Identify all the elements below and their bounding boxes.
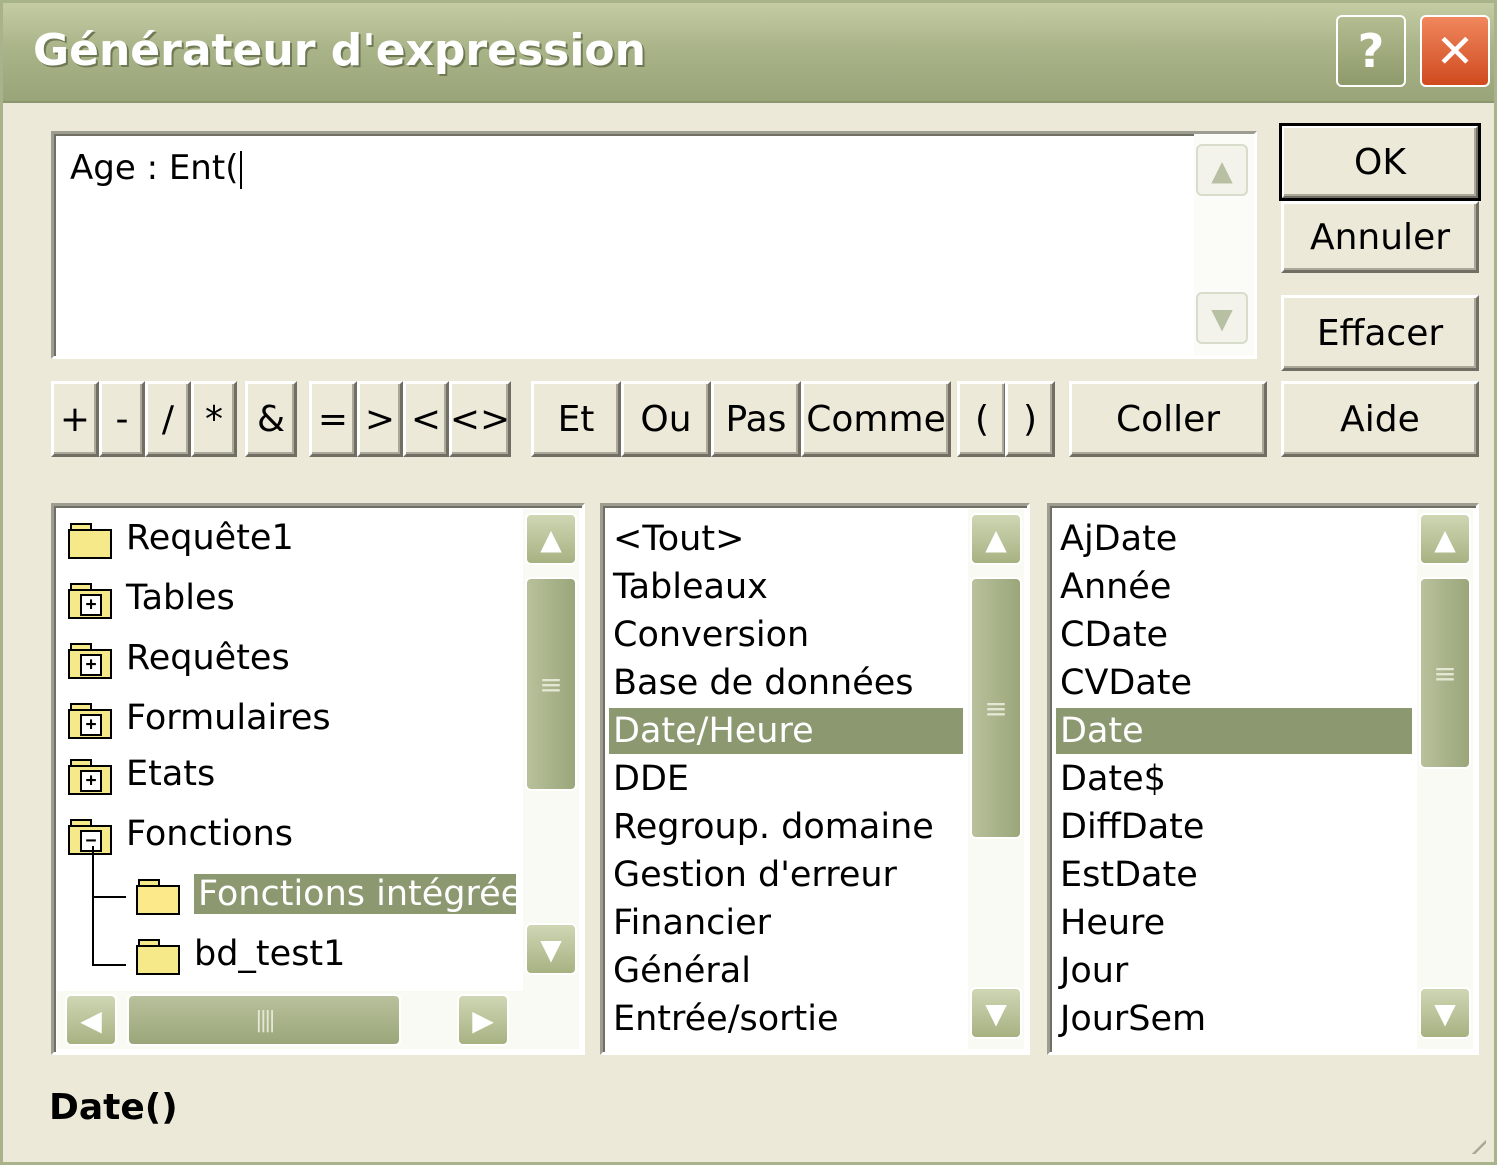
list-item[interactable]: Base de données — [609, 660, 963, 706]
title-bar[interactable]: Générateur d'expression ? ✕ — [3, 3, 1494, 103]
scroll-up-arrow-icon[interactable]: ▲ — [1419, 513, 1471, 565]
tree-item[interactable]: bd_test1 — [136, 926, 345, 982]
list-item[interactable]: JourSem — [1056, 996, 1412, 1042]
tree-item[interactable]: + Requêtes — [68, 630, 290, 686]
tree-horizontal-scrollbar[interactable]: ◀ |||| ▶ — [57, 991, 523, 1049]
scroll-up-arrow-icon[interactable]: ▲ — [525, 513, 577, 565]
scroll-down-arrow-icon[interactable]: ▼ — [1196, 292, 1248, 344]
folder-plus-icon[interactable]: + — [68, 757, 112, 795]
tree-item-selected[interactable]: Fonctions intégrées — [136, 866, 516, 922]
and-operator-button[interactable]: Et — [531, 381, 621, 457]
scroll-thumb[interactable]: ≡ — [970, 577, 1022, 839]
tree-item[interactable]: + Tables — [68, 570, 235, 626]
equal-operator-button[interactable]: = — [309, 381, 357, 457]
help-title-button[interactable]: ? — [1336, 15, 1406, 87]
question-icon: ? — [1357, 24, 1385, 78]
object-tree[interactable]: Requête1 + Tables + Requêtes + Formulaires … — [51, 503, 585, 1055]
paste-button[interactable]: Coller — [1069, 381, 1267, 457]
scroll-thumb[interactable]: ≡ — [525, 577, 577, 791]
tree-connector — [92, 964, 126, 966]
greater-operator-button[interactable]: > — [357, 381, 403, 457]
scroll-left-arrow-icon[interactable]: ◀ — [65, 994, 117, 1046]
scroll-thumb[interactable]: ≡ — [1419, 577, 1471, 769]
list-item[interactable]: AjDate — [1056, 516, 1412, 562]
function-list[interactable]: AjDate Année CDate CVDate Date Date$ Dif… — [1047, 503, 1479, 1055]
scroll-down-arrow-icon[interactable]: ▼ — [970, 987, 1022, 1039]
or-operator-button[interactable]: Ou — [621, 381, 711, 457]
list-item[interactable]: EstDate — [1056, 852, 1412, 898]
tree-item[interactable]: + Formulaires — [68, 690, 331, 746]
list-item[interactable]: <Tout> — [609, 516, 963, 562]
less-operator-button[interactable]: < — [403, 381, 449, 457]
close-icon: ✕ — [1435, 24, 1475, 78]
list-item[interactable]: Jour — [1056, 948, 1412, 994]
window-title: Générateur d'expression — [33, 25, 646, 76]
concat-operator-button[interactable]: & — [245, 381, 297, 457]
category-scrollbar[interactable]: ▲ ≡ ▼ — [968, 509, 1024, 1049]
scroll-up-arrow-icon[interactable]: ▲ — [1196, 144, 1248, 196]
list-item[interactable]: Gestion d'erreur — [609, 852, 963, 898]
list-item-selected[interactable]: Date — [1056, 708, 1412, 754]
category-list[interactable]: <Tout> Tableaux Conversion Base de donné… — [600, 503, 1030, 1055]
scroll-right-arrow-icon[interactable]: ▶ — [457, 994, 509, 1046]
tree-item[interactable]: + Etats — [68, 746, 215, 802]
cancel-button[interactable]: Annuler — [1281, 201, 1479, 273]
like-operator-button[interactable]: Comme — [801, 381, 951, 457]
text-caret — [240, 150, 243, 189]
function-syntax-status: Date() — [49, 1087, 178, 1128]
multiply-operator-button[interactable]: * — [191, 381, 237, 457]
scroll-down-arrow-icon[interactable]: ▼ — [1419, 987, 1471, 1039]
tree-item[interactable]: Requête1 — [68, 510, 294, 566]
list-item[interactable]: Tableaux — [609, 564, 963, 610]
folder-icon — [136, 937, 180, 975]
clear-button[interactable]: Effacer — [1281, 295, 1479, 371]
scroll-thumb[interactable]: |||| — [127, 994, 401, 1046]
tree-connector — [92, 846, 94, 966]
folder-plus-icon[interactable]: + — [68, 701, 112, 739]
list-item-selected[interactable]: Date/Heure — [609, 708, 963, 754]
list-item[interactable]: Conversion — [609, 612, 963, 658]
scroll-down-arrow-icon[interactable]: ▼ — [525, 923, 577, 975]
open-paren-button[interactable]: ( — [957, 381, 1007, 457]
expression-builder-dialog: Générateur d'expression ? ✕ Age : Ent( ▲… — [0, 0, 1497, 1165]
list-item[interactable]: Entrée/sortie — [609, 996, 963, 1042]
expression-scrollbar[interactable]: ▲ ▼ — [1194, 134, 1254, 356]
scroll-up-arrow-icon[interactable]: ▲ — [970, 513, 1022, 565]
expression-input[interactable]: Age : Ent( ▲ ▼ — [51, 131, 1257, 359]
list-item[interactable]: CVDate — [1056, 660, 1412, 706]
close-paren-button[interactable]: ) — [1005, 381, 1055, 457]
list-item[interactable]: Année — [1056, 564, 1412, 610]
list-item[interactable]: DDE — [609, 756, 963, 802]
list-item[interactable]: DiffDate — [1056, 804, 1412, 850]
list-item[interactable]: Date$ — [1056, 756, 1412, 802]
list-item[interactable]: CDate — [1056, 612, 1412, 658]
ok-button[interactable]: OK — [1279, 123, 1481, 201]
list-item[interactable]: Heure — [1056, 900, 1412, 946]
divide-operator-button[interactable]: / — [145, 381, 191, 457]
list-item[interactable]: Général — [609, 948, 963, 994]
folder-icon — [68, 521, 112, 559]
list-item[interactable]: Financier — [609, 900, 963, 946]
close-button[interactable]: ✕ — [1420, 15, 1490, 87]
folder-open-icon — [136, 877, 180, 915]
not-operator-button[interactable]: Pas — [711, 381, 801, 457]
tree-vertical-scrollbar[interactable]: ▲ ≡ ▼ — [523, 509, 579, 1049]
plus-operator-button[interactable]: + — [51, 381, 99, 457]
folder-plus-icon[interactable]: + — [68, 641, 112, 679]
function-scrollbar[interactable]: ▲ ≡ ▼ — [1417, 509, 1473, 1049]
tree-connector — [92, 896, 126, 898]
resize-grip-icon[interactable] — [1468, 1136, 1486, 1154]
not-equal-operator-button[interactable]: <> — [449, 381, 511, 457]
tree-item[interactable]: − Fonctions — [68, 806, 293, 862]
help-button[interactable]: Aide — [1281, 381, 1479, 457]
expression-text: Age : Ent( — [70, 148, 239, 188]
list-item[interactable]: Regroup. domaine — [609, 804, 963, 850]
folder-plus-icon[interactable]: + — [68, 581, 112, 619]
minus-operator-button[interactable]: - — [99, 381, 145, 457]
folder-minus-icon[interactable]: − — [68, 817, 112, 855]
